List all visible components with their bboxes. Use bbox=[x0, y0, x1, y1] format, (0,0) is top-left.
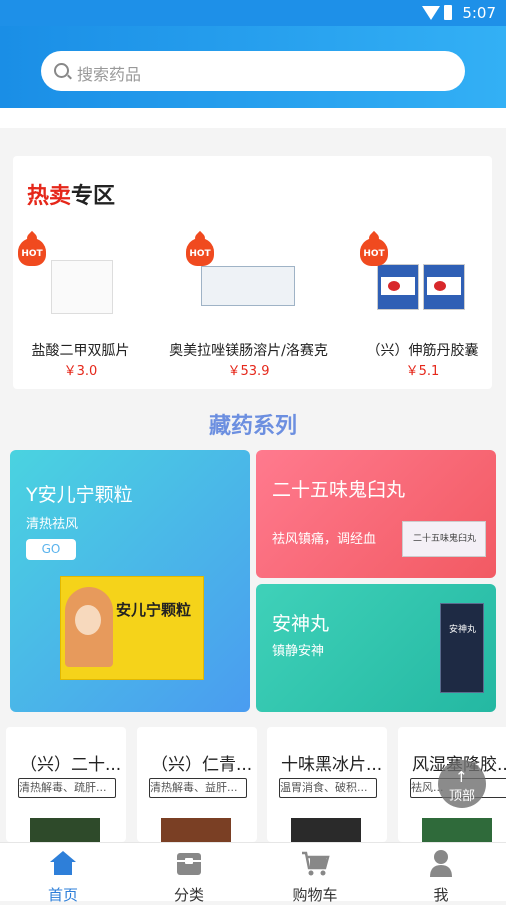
series-card-anshen[interactable]: 安神丸 镇静安神 安神丸 bbox=[256, 584, 496, 712]
hot-product[interactable]: HOT 奥美拉唑镁肠溶片/洛赛克 ￥53.9 bbox=[169, 238, 331, 388]
go-button[interactable]: GO bbox=[26, 539, 76, 560]
series-card-anerning[interactable]: Y安儿宁颗粒 清热祛风 GO 安儿宁颗粒 bbox=[10, 450, 250, 712]
hot-product[interactable]: HOT （兴）伸筋丹胶囊 ￥5.1 bbox=[355, 238, 505, 388]
product-image bbox=[291, 818, 361, 842]
tab-label: 购物车 bbox=[292, 886, 338, 904]
wifi-icon bbox=[422, 6, 440, 20]
product-image bbox=[30, 818, 100, 842]
product-name: （兴）仁青... bbox=[151, 755, 253, 775]
product-image bbox=[422, 818, 492, 842]
home-icon bbox=[50, 851, 76, 875]
search-icon bbox=[54, 63, 69, 78]
header-band bbox=[0, 108, 506, 128]
status-time: 5:07 bbox=[462, 4, 496, 22]
category-icon bbox=[177, 853, 201, 875]
hot-sale-section: 热卖专区 HOT 盐酸二甲双胍片 ￥3.0 HOT 奥美拉唑镁肠溶片/洛赛克 ￥… bbox=[13, 156, 492, 389]
product-package-image: 安儿宁颗粒 bbox=[60, 576, 204, 680]
product-tag: 清热解毒、疏肝... bbox=[18, 778, 116, 798]
user-icon bbox=[430, 850, 452, 877]
hot-product[interactable]: HOT 盐酸二甲双胍片 ￥3.0 bbox=[13, 238, 163, 388]
product-name[interactable]: （兴）伸筋丹胶囊 bbox=[355, 340, 490, 360]
tab-home[interactable]: 首页 bbox=[0, 843, 126, 904]
header: 搜索药品 bbox=[0, 26, 506, 108]
card-subtitle: 镇静安神 bbox=[272, 644, 325, 659]
tab-category[interactable]: 分类 bbox=[126, 843, 252, 904]
product-price: ￥5.1 bbox=[405, 364, 440, 379]
card-subtitle: 清热祛风 bbox=[26, 517, 79, 532]
search-bar[interactable]: 搜索药品 bbox=[41, 51, 465, 91]
product-name: （兴）二十... bbox=[20, 755, 122, 775]
search-placeholder[interactable]: 搜索药品 bbox=[77, 61, 141, 85]
battery-icon bbox=[444, 5, 452, 20]
series-card-guijiu[interactable]: 二十五味鬼臼丸 祛风镇痛，调经血 二十五味鬼臼丸 bbox=[256, 450, 496, 578]
back-to-top-button[interactable]: ↑ 顶部 bbox=[438, 760, 486, 808]
product-image bbox=[161, 818, 231, 842]
product-name[interactable]: 奥美拉唑镁肠溶片/洛赛克 bbox=[156, 340, 341, 360]
arrow-up-icon: ↑ bbox=[455, 768, 468, 786]
back-to-top-label: 顶部 bbox=[448, 789, 475, 804]
product-card[interactable]: （兴）二十... 清热解毒、疏肝... bbox=[6, 727, 126, 842]
series-title: 藏药系列 bbox=[208, 414, 297, 439]
product-price: ￥3.0 bbox=[63, 364, 98, 379]
tab-bar: 首页 分类 购物车 我 bbox=[0, 842, 506, 904]
tab-me[interactable]: 我 bbox=[378, 843, 504, 904]
card-title: 二十五味鬼臼丸 bbox=[272, 479, 406, 501]
product-price: ￥53.9 bbox=[227, 364, 270, 379]
card-subtitle: 祛风镇痛，调经血 bbox=[272, 532, 377, 547]
product-card[interactable]: 十味黑冰片... 温胃消食、破积... bbox=[267, 727, 387, 842]
product-card[interactable]: （兴）仁青... 清热解毒、益肝... bbox=[137, 727, 257, 842]
tab-label: 分类 bbox=[173, 886, 204, 904]
product-image[interactable] bbox=[377, 264, 465, 310]
status-bar: 5:07 bbox=[0, 0, 506, 26]
tab-label: 首页 bbox=[47, 886, 78, 904]
hot-badge: HOT bbox=[186, 238, 214, 266]
hot-badge: HOT bbox=[360, 238, 388, 266]
product-tag: 清热解毒、益肝... bbox=[149, 778, 247, 798]
product-package-image: 安神丸 bbox=[440, 603, 484, 693]
tab-cart[interactable]: 购物车 bbox=[252, 843, 378, 904]
hot-badge: HOT bbox=[18, 238, 46, 266]
tab-label: 我 bbox=[433, 886, 449, 904]
product-list-row: （兴）二十... 清热解毒、疏肝... （兴）仁青... 清热解毒、益肝... … bbox=[0, 727, 506, 842]
hot-sale-title: 热卖专区 bbox=[27, 184, 116, 209]
product-image[interactable] bbox=[201, 266, 295, 306]
product-tag: 温胃消食、破积... bbox=[279, 778, 377, 798]
product-name: 十味黑冰片... bbox=[281, 755, 383, 775]
card-title: Y安儿宁颗粒 bbox=[26, 484, 133, 506]
product-name[interactable]: 盐酸二甲双胍片 bbox=[13, 340, 148, 360]
cart-icon bbox=[302, 851, 330, 876]
product-image[interactable] bbox=[51, 260, 113, 314]
product-package-image: 二十五味鬼臼丸 bbox=[402, 521, 486, 557]
card-title: 安神丸 bbox=[272, 613, 330, 635]
